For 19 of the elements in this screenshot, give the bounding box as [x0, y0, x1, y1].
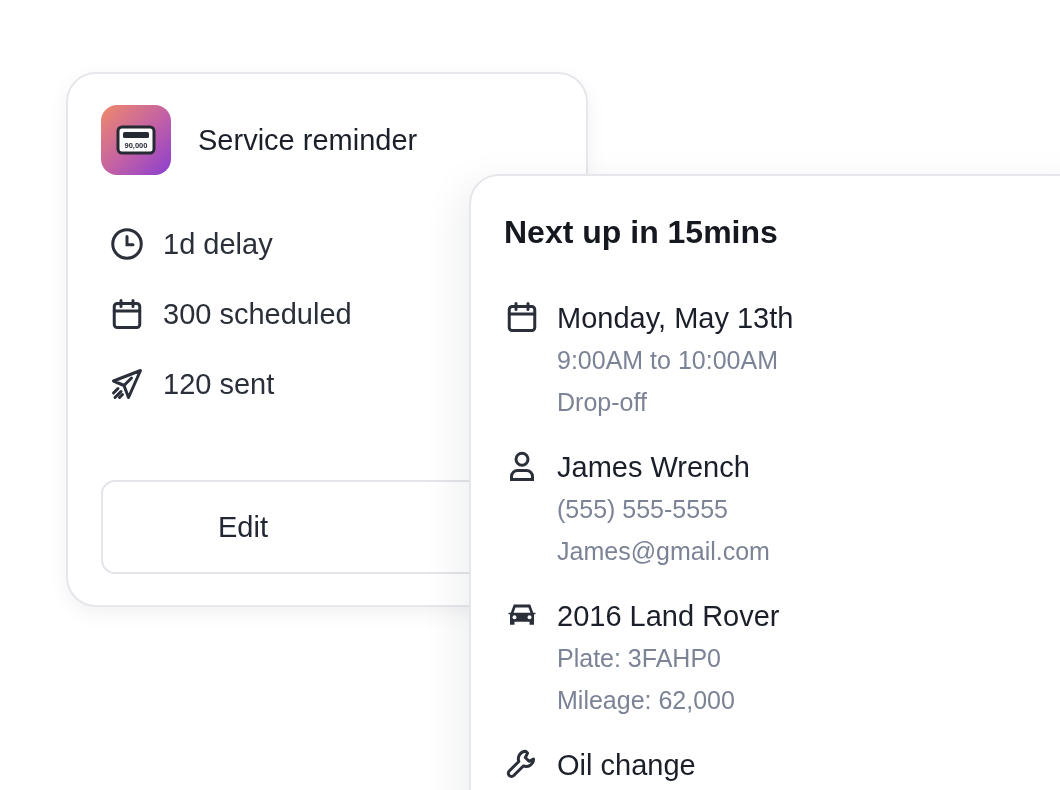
clock-icon	[109, 226, 145, 262]
section-heading: James Wrench	[557, 450, 751, 485]
detail-text: Plate: 3FAHP0	[557, 643, 722, 674]
odometer-icon	[116, 125, 156, 155]
detail-text: James@gmail.com	[557, 536, 770, 567]
detail-text: 9:00AM to 10:00AM	[557, 345, 779, 376]
card-title: Service reminder	[198, 123, 418, 157]
section-heading: Oil change	[557, 748, 696, 783]
stat-text: 300 scheduled	[163, 297, 352, 332]
stat-text: 1d delay	[163, 227, 273, 262]
detail-text: Drop-off	[557, 387, 648, 418]
card-title: Next up in 15mins	[504, 213, 779, 252]
stat-text: 120 sent	[163, 367, 275, 402]
section-heading: 2016 Land Rover	[557, 599, 780, 634]
detail-text: Mileage: 62,000	[557, 685, 736, 716]
edit-button[interactable]: Edit	[101, 480, 469, 574]
paper-plane-icon	[109, 366, 145, 402]
section-heading: Monday, May 13th	[557, 301, 794, 336]
detail-text: (555) 555-5555	[557, 494, 729, 525]
